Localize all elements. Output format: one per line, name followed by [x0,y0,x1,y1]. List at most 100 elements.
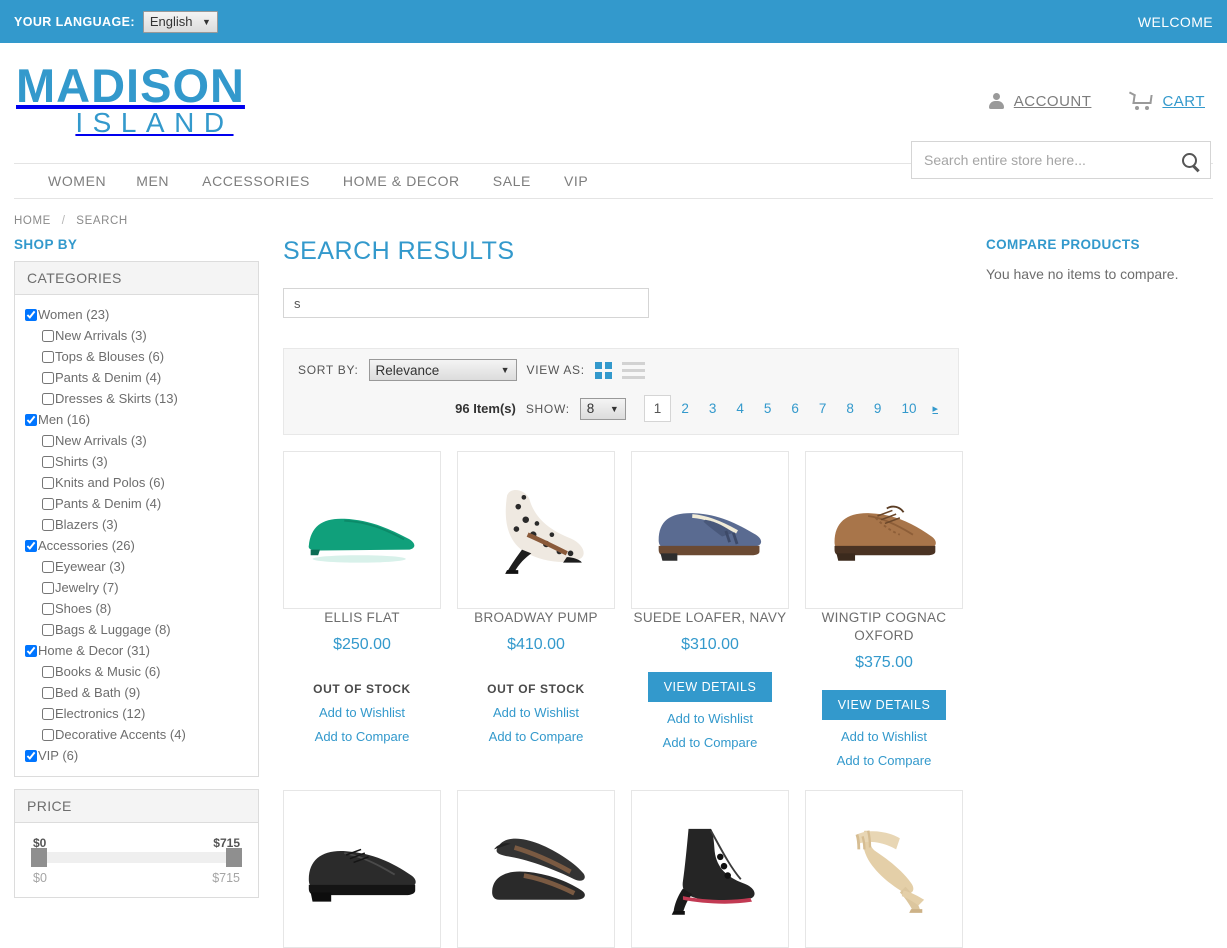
category-checkbox[interactable] [42,707,54,720]
category-checkbox[interactable] [42,686,54,699]
page-link-4[interactable]: 4 [726,397,754,420]
category-label[interactable]: Pants & Denim (4) [55,493,161,514]
category-checkbox[interactable] [25,644,37,657]
product-card[interactable] [457,790,615,948]
category-checkbox[interactable] [42,350,54,363]
language-switcher[interactable]: YOUR LANGUAGE: English ▼ [14,10,218,33]
category-item[interactable]: Knits and Polos (6) [25,472,248,493]
category-item[interactable]: Jewelry (7) [25,577,248,598]
category-item[interactable]: New Arrivals (3) [25,325,248,346]
category-label[interactable]: Accessories (26) [38,535,135,556]
list-view-icon[interactable] [621,361,645,379]
category-checkbox[interactable] [42,728,54,741]
add-to-wishlist-link[interactable]: Add to Wishlist [457,705,615,720]
next-page-icon[interactable]: ▸ [926,398,944,419]
show-per-page-select[interactable]: 8 [579,397,626,420]
category-item[interactable]: Decorative Accents (4) [25,724,248,745]
category-label[interactable]: Blazers (3) [55,514,118,535]
product-card[interactable]: ELLIS FLAT $250.00 OUT OF STOCK Add to Wish… [283,451,441,768]
category-item[interactable]: Bags & Luggage (8) [25,619,248,640]
category-item[interactable]: VIP (6) [25,745,248,766]
grid-view-icon[interactable] [594,361,612,379]
category-checkbox[interactable] [25,308,37,321]
product-image[interactable] [631,451,789,609]
category-label[interactable]: Pants & Denim (4) [55,367,161,388]
category-checkbox[interactable] [42,581,54,594]
category-label[interactable]: Women (23) [38,304,109,325]
nav-item-vip[interactable]: VIP [564,173,621,189]
category-item[interactable]: Dresses & Skirts (13) [25,388,248,409]
price-slider-track[interactable] [31,848,242,867]
show-select-wrapper[interactable]: 8 ▼ [579,397,626,420]
cart-link[interactable]: CART [1129,91,1205,110]
category-label[interactable]: New Arrivals (3) [55,325,147,346]
category-label[interactable]: Electronics (12) [55,703,145,724]
product-image[interactable] [457,790,615,948]
page-link-6[interactable]: 6 [781,397,809,420]
price-slider-handle-max[interactable] [226,848,242,867]
category-checkbox[interactable] [42,518,54,531]
nav-item-sale[interactable]: SALE [493,173,564,189]
price-slider[interactable]: $0 $715 $0 $715 [25,832,248,887]
add-to-compare-link[interactable]: Add to Compare [283,729,441,744]
product-image[interactable] [283,451,441,609]
category-label[interactable]: New Arrivals (3) [55,430,147,451]
category-label[interactable]: Bed & Bath (9) [55,682,140,703]
nav-item-women[interactable]: WOMEN [28,173,136,189]
product-image[interactable] [631,790,789,948]
product-image[interactable] [805,790,963,948]
page-link-8[interactable]: 8 [836,397,864,420]
product-name[interactable]: ELLIS FLAT [324,610,400,625]
category-checkbox[interactable] [42,455,54,468]
product-image[interactable] [805,451,963,609]
category-item[interactable]: Men (16) [25,409,248,430]
category-checkbox[interactable] [42,392,54,405]
category-label[interactable]: Knits and Polos (6) [55,472,165,493]
category-label[interactable]: Shoes (8) [55,598,111,619]
product-card[interactable] [631,790,789,948]
category-checkbox[interactable] [42,497,54,510]
product-card[interactable]: SUEDE LOAFER, NAVY $310.00 VIEW DETAILS Add… [631,451,789,768]
page-link-3[interactable]: 3 [699,397,727,420]
product-name[interactable]: WINGTIP COGNAC OXFORD [822,610,947,643]
page-link-5[interactable]: 5 [754,397,782,420]
category-checkbox[interactable] [42,602,54,615]
category-item[interactable]: Eyewear (3) [25,556,248,577]
product-card[interactable] [283,790,441,948]
category-item[interactable]: Books & Music (6) [25,661,248,682]
category-label[interactable]: Eyewear (3) [55,556,125,577]
page-link-9[interactable]: 9 [864,397,892,420]
category-item[interactable]: Electronics (12) [25,703,248,724]
nav-item-accessories[interactable]: ACCESSORIES [202,173,343,189]
add-to-compare-link[interactable]: Add to Compare [805,753,963,768]
category-item[interactable]: Accessories (26) [25,535,248,556]
category-item[interactable]: New Arrivals (3) [25,430,248,451]
product-card[interactable]: WINGTIP COGNAC OXFORD $375.00 VIEW DETAILS… [805,451,963,768]
page-link-1[interactable]: 1 [643,395,672,422]
product-name[interactable]: BROADWAY PUMP [474,610,598,625]
price-slider-handle-min[interactable] [31,848,47,867]
search-term-input[interactable] [283,288,649,318]
search-icon[interactable] [1182,152,1197,168]
category-item[interactable]: Home & Decor (31) [25,640,248,661]
category-item[interactable]: Blazers (3) [25,514,248,535]
add-to-compare-link[interactable]: Add to Compare [457,729,615,744]
account-link[interactable]: ACCOUNT [988,93,1092,110]
add-to-wishlist-link[interactable]: Add to Wishlist [805,729,963,744]
page-link-2[interactable]: 2 [671,397,699,420]
category-checkbox[interactable] [25,413,37,426]
site-search[interactable] [911,141,1211,179]
add-to-wishlist-link[interactable]: Add to Wishlist [283,705,441,720]
category-label[interactable]: Home & Decor (31) [38,640,150,661]
category-checkbox[interactable] [42,623,54,636]
view-details-button[interactable]: VIEW DETAILS [647,672,773,702]
category-checkbox[interactable] [25,539,37,552]
product-image[interactable] [283,790,441,948]
category-label[interactable]: Decorative Accents (4) [55,724,186,745]
category-label[interactable]: Bags & Luggage (8) [55,619,171,640]
category-checkbox[interactable] [42,560,54,573]
category-item[interactable]: Tops & Blouses (6) [25,346,248,367]
category-checkbox[interactable] [25,749,37,762]
category-checkbox[interactable] [42,476,54,489]
language-select-wrapper[interactable]: English ▼ [142,10,218,33]
